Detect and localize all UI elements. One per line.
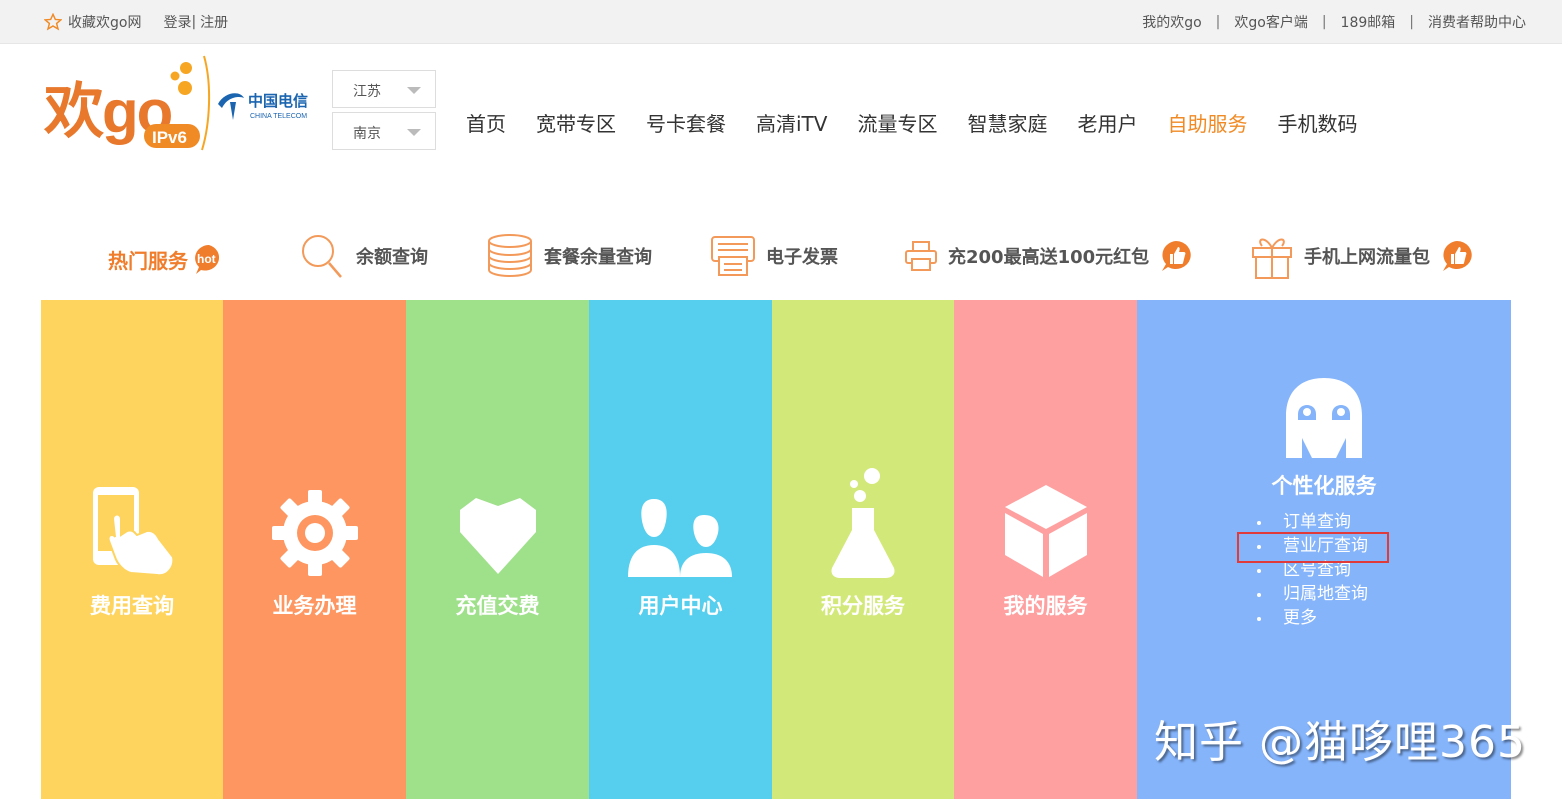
hot-item-balance[interactable]: 余额查询: [296, 230, 428, 282]
nav-sim-plans[interactable]: 号卡套餐: [646, 108, 726, 137]
logo-badge-text: IPv6: [152, 128, 187, 147]
city-value: 南京: [353, 126, 381, 142]
gift-icon: [1252, 238, 1292, 279]
client-link[interactable]: 欢go客户端: [1234, 12, 1307, 32]
thumbs-up-icon: [1162, 241, 1191, 271]
nav-home[interactable]: 首页: [466, 108, 506, 137]
thumbs-up-icon: [1443, 241, 1472, 271]
printer-icon: [905, 241, 937, 271]
box-icon: [1004, 485, 1087, 577]
nav-smart-home[interactable]: 智慧家庭: [967, 108, 1047, 137]
favorite-link[interactable]: 收藏欢go网: [68, 12, 141, 32]
nav-existing-users[interactable]: 老用户: [1077, 108, 1137, 137]
tile-user-center[interactable]: 用户中心: [589, 300, 772, 799]
topbar-divider: |: [1321, 14, 1327, 30]
hot-services-title: 热门服务 hot: [108, 242, 226, 276]
province-select[interactable]: 江苏: [332, 70, 436, 108]
hot-item-plan-balance[interactable]: 套餐余量查询: [486, 230, 652, 282]
mail189-link[interactable]: 189邮箱: [1341, 12, 1396, 32]
phone-touch-icon: [93, 487, 175, 577]
nav-broadband[interactable]: 宽带专区: [536, 108, 616, 137]
heart-icon: [459, 498, 536, 574]
users-icon: [627, 499, 732, 577]
tile-recharge-payment[interactable]: 充值交费: [406, 300, 589, 799]
hot-item-label: 套餐余量查询: [544, 247, 652, 268]
tile-label: 用户中心: [638, 594, 723, 618]
hot-item-label: 充200最高送100元红包: [948, 247, 1150, 268]
hot-item-data-pack[interactable]: 手机上网流量包: [1250, 230, 1484, 282]
hot-item-label: 余额查询: [356, 247, 428, 268]
login-link[interactable]: 登录: [163, 12, 191, 32]
ghost-icon: [1286, 378, 1362, 458]
personal-services-title: 个性化服务: [1271, 474, 1377, 498]
login-register-divider: |: [191, 14, 197, 30]
help-center-link[interactable]: 消费者帮助中心: [1428, 12, 1526, 32]
tile-label: 充值交费: [455, 594, 540, 618]
chevron-down-icon: [407, 87, 421, 94]
gear-icon: [271, 490, 358, 576]
nav-phones[interactable]: 手机数码: [1277, 108, 1357, 137]
search-icon: [302, 235, 342, 278]
tile-label: 业务办理: [272, 594, 357, 618]
nav-itv[interactable]: 高清iTV: [756, 108, 827, 137]
zhihu-watermark: 知乎 @猫哆哩365: [1154, 717, 1526, 768]
hot-item-label: 手机上网流量包: [1304, 247, 1430, 268]
personal-link-more[interactable]: 更多: [1257, 606, 1368, 630]
highlight-box: [1237, 532, 1389, 563]
personal-link-number-location[interactable]: 归属地查询: [1257, 582, 1368, 606]
topbar-divider: |: [1409, 14, 1414, 30]
nav-self-service[interactable]: 自助服务: [1167, 108, 1247, 137]
top-bar: 收藏欢go网 登录 | 注册 我的欢go | 欢go客户端 | 189邮箱 | …: [0, 0, 1562, 44]
hot-badge-icon: hot: [195, 245, 220, 274]
personal-services-list: 订单查询 营业厅查询 区号查询 归属地查询 更多: [1257, 510, 1368, 630]
city-select[interactable]: 南京: [332, 112, 436, 150]
star-icon[interactable]: [44, 13, 62, 31]
coins-stack-icon: [488, 234, 532, 277]
flask-icon: [831, 468, 895, 578]
telecom-en-text: CHINA TELECOM: [250, 113, 307, 120]
topbar-divider: |: [1215, 14, 1221, 30]
tile-label: 我的服务: [1003, 594, 1088, 618]
hot-badge-text: hot: [197, 252, 216, 266]
province-value: 江苏: [353, 84, 381, 100]
invoice-printer-icon: [711, 236, 755, 276]
main-nav: 首页 宽带专区 号卡套餐 高清iTV 流量专区 智慧家庭 老用户 自助服务 手机…: [466, 108, 1387, 137]
topbar-right: 我的欢go | 欢go客户端 | 189邮箱 | 消费者帮助中心: [1142, 12, 1526, 32]
hot-item-recharge-promo[interactable]: 充200最高送100元红包: [904, 230, 1203, 282]
my-huango-link[interactable]: 我的欢go: [1142, 12, 1201, 32]
telecom-cn-text: 中国电信: [248, 92, 308, 110]
tile-billing-query[interactable]: 费用查询: [41, 300, 223, 799]
china-telecom-logo: 中国电信 CHINA TELECOM: [218, 92, 308, 120]
topbar-left: 收藏欢go网 登录 | 注册: [44, 12, 228, 32]
nav-data[interactable]: 流量专区: [857, 108, 937, 137]
chevron-down-icon: [407, 129, 421, 136]
tile-label: 积分服务: [821, 594, 905, 618]
tile-my-services[interactable]: 我的服务: [954, 300, 1137, 799]
register-link[interactable]: 注册: [200, 12, 228, 32]
hot-item-einvoice[interactable]: 电子发票: [710, 230, 838, 282]
tile-points-service[interactable]: 积分服务: [772, 300, 954, 799]
hot-item-label: 电子发票: [766, 247, 838, 268]
tile-business-handling[interactable]: 业务办理: [223, 300, 406, 799]
personal-link-order-query[interactable]: 订单查询: [1257, 510, 1368, 534]
hot-services-row: 热门服务 hot 余额查询 套餐余量查询 电子发票 充200最高送100元红包 …: [0, 230, 1562, 282]
hot-title-text: 热门服务: [108, 248, 188, 273]
tile-label: 费用查询: [90, 594, 174, 618]
huango-logo[interactable]: 欢go IPv6: [44, 54, 214, 154]
